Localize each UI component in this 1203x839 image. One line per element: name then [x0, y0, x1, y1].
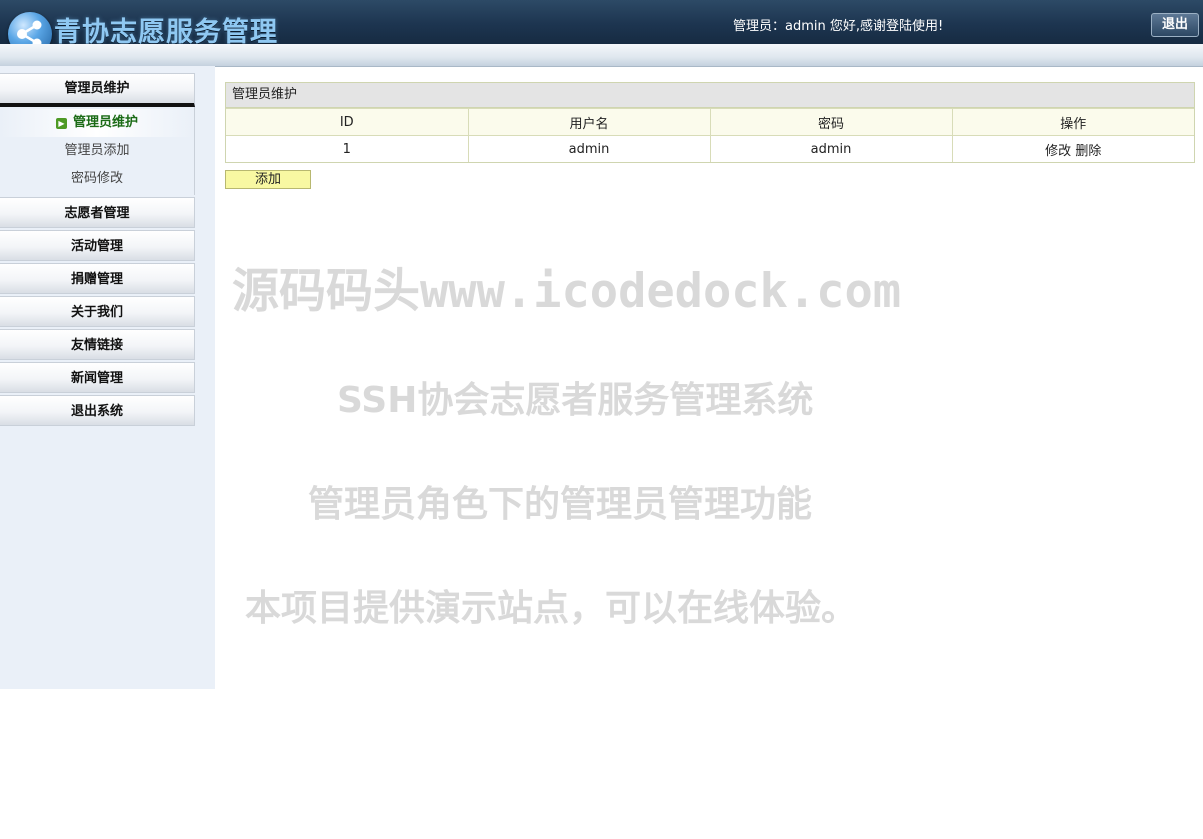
admin-panel: 管理员维护 ID 用户名 密码 操作 1 admin admin 修改 删除 [225, 82, 1195, 163]
top-header: 青协志愿服务管理 管理员：admin 您好,感谢登陆使用! 退出 [0, 0, 1203, 56]
sidebar-section-links[interactable]: 友情链接 [0, 329, 195, 360]
sidebar-item-label: 密码修改 [70, 171, 123, 186]
column-header-id: ID [226, 108, 469, 136]
watermark-line-1: 源码码头www.icodedock.com [232, 264, 902, 319]
column-header-actions: 操作 [951, 108, 1194, 136]
main-content: 管理员维护 ID 用户名 密码 操作 1 admin admin 修改 删除 添… [225, 82, 1195, 189]
sidebar-item-admin-add[interactable]: 管理员添加 [0, 137, 194, 165]
cell-username: admin [467, 135, 711, 162]
sidebar-section-about[interactable]: 关于我们 [0, 296, 195, 327]
sidebar-section-donations[interactable]: 捐赠管理 [0, 263, 195, 294]
sidebar-item-password-change[interactable]: 密码修改 [0, 165, 194, 193]
table-row: 1 admin admin 修改 删除 [226, 135, 1194, 162]
sidebar-item-label: 管理员维护 [72, 115, 138, 130]
sidebar-section-logout[interactable]: 退出系统 [0, 395, 195, 426]
sidebar-section-admin-maintenance[interactable]: 管理员维护 [0, 73, 195, 107]
sidebar: 管理员维护 ▶ 管理员维护 管理员添加 密码修改 志愿者管理 活动管理 捐赠管理… [0, 66, 215, 689]
sidebar-menu: 管理员维护 ▶ 管理员维护 管理员添加 密码修改 志愿者管理 活动管理 捐赠管理… [0, 73, 195, 428]
cell-id: 1 [226, 135, 469, 162]
sidebar-section-news[interactable]: 新闻管理 [0, 362, 195, 393]
sidebar-submenu-admin: ▶ 管理员维护 管理员添加 密码修改 [0, 107, 195, 195]
panel-title: 管理员维护 [226, 83, 1194, 108]
sidebar-item-label: 管理员添加 [64, 143, 130, 158]
header-strip [0, 44, 1203, 67]
watermark-line-2: SSH协会志愿者服务管理系统 [337, 380, 814, 421]
sidebar-section-activities[interactable]: 活动管理 [0, 230, 195, 261]
watermark-line-3: 管理员角色下的管理员管理功能 [308, 484, 813, 525]
arrow-right-icon: ▶ [55, 117, 67, 129]
logout-button[interactable]: 退出 [1151, 13, 1199, 37]
table-header-row: ID 用户名 密码 操作 [226, 108, 1194, 136]
column-header-password: 密码 [709, 108, 953, 136]
column-header-username: 用户名 [467, 108, 711, 136]
cell-password: admin [709, 135, 953, 162]
add-button[interactable]: 添加 [225, 170, 311, 189]
admin-table: ID 用户名 密码 操作 1 admin admin 修改 删除 [226, 108, 1194, 162]
edit-link[interactable]: 修改 [1045, 144, 1071, 159]
welcome-message: 管理员：admin 您好,感谢登陆使用! [733, 19, 944, 34]
watermark-line-4: 本项目提供演示站点，可以在线体验。 [245, 588, 858, 629]
sidebar-item-admin-maintenance[interactable]: ▶ 管理员维护 [0, 109, 194, 137]
cell-actions: 修改 删除 [951, 135, 1194, 162]
delete-link[interactable]: 删除 [1075, 144, 1101, 159]
sidebar-section-volunteers[interactable]: 志愿者管理 [0, 197, 195, 228]
